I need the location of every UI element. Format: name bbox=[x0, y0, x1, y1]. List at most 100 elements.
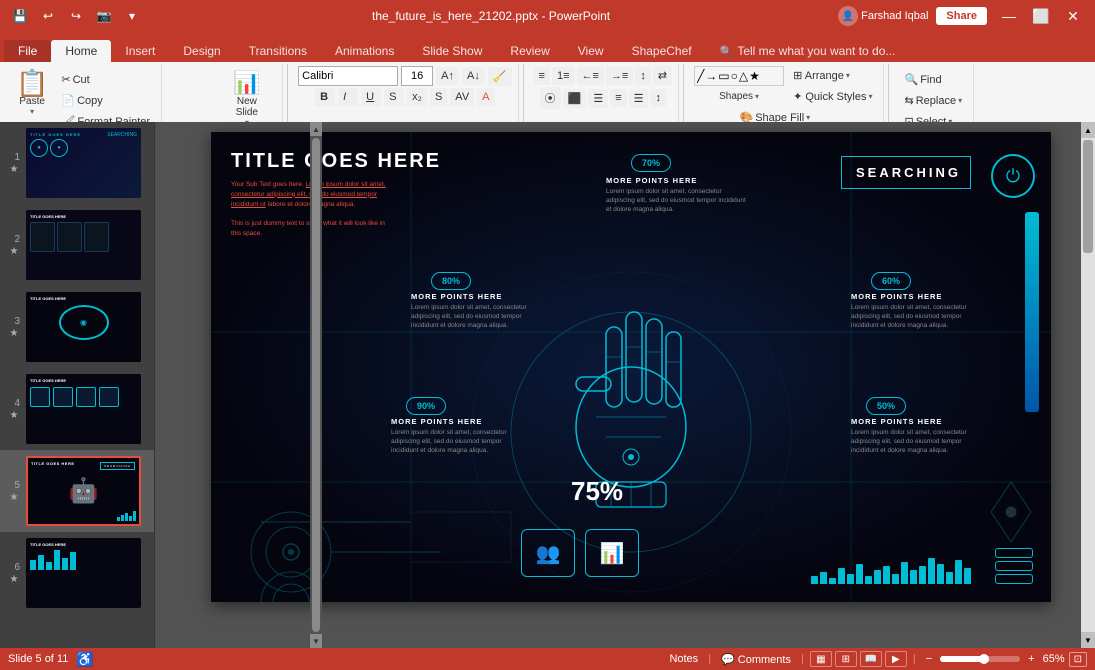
bubble-50[interactable]: 50% bbox=[866, 397, 906, 415]
bubble-70[interactable]: 70% bbox=[631, 154, 671, 172]
char-spacing-button[interactable]: AV bbox=[450, 88, 474, 106]
tab-animations[interactable]: Animations bbox=[321, 40, 408, 62]
fit-slide-btn[interactable]: ⊡ bbox=[1069, 652, 1087, 667]
power-button[interactable]: ⏻ bbox=[991, 154, 1035, 198]
scroll-down-btn[interactable]: ▼ bbox=[1081, 632, 1095, 648]
tab-review[interactable]: Review bbox=[496, 40, 563, 62]
maximize-button[interactable]: ⬜ bbox=[1027, 5, 1055, 27]
text-shadow-button[interactable]: S bbox=[430, 88, 447, 106]
slide-item-2[interactable]: 2 ★ TITLE GOES HERE bbox=[0, 204, 154, 286]
increase-font-button[interactable]: A↑ bbox=[436, 67, 459, 85]
slide-canvas[interactable]: TITLE GOES HERE Your Sub Text goes here.… bbox=[211, 132, 1051, 602]
slide-thumb-6[interactable]: TITLE GOES HERE bbox=[26, 538, 141, 608]
user-account[interactable]: 👤 Farshad Iqbal bbox=[838, 6, 928, 26]
tab-tell-me[interactable]: 🔍Tell me what you want to do... bbox=[706, 40, 910, 62]
bubble-80[interactable]: 80% bbox=[431, 272, 471, 290]
qa-dropdown[interactable]: ▾ bbox=[120, 5, 144, 27]
tab-design[interactable]: Design bbox=[169, 40, 234, 62]
slideshow-btn[interactable]: ▶ bbox=[885, 651, 907, 667]
arrow-shape[interactable]: → bbox=[705, 69, 717, 83]
slide-thumb-4[interactable]: TITLE GOES HERE bbox=[26, 374, 141, 444]
align-center-button[interactable]: ☰ bbox=[588, 89, 608, 108]
tab-shapechef[interactable]: ShapeChef bbox=[618, 40, 706, 62]
group-icon-box[interactable]: 👥 bbox=[521, 529, 575, 577]
line-spacing-button[interactable]: ↕ bbox=[650, 89, 666, 107]
bullets-button[interactable]: ≡ bbox=[534, 67, 550, 85]
slide-thumb-5[interactable]: TITLE GOES HERE 🤖 SEARCHING bbox=[26, 456, 141, 526]
line-shape[interactable]: ╱ bbox=[697, 69, 704, 83]
find-button[interactable]: 🔍 Find bbox=[899, 70, 967, 89]
comments-button[interactable]: 💬 Comments bbox=[717, 653, 795, 666]
slide-item-5[interactable]: 5 ★ TITLE GOES HERE 🤖 SEARCHING bbox=[0, 450, 154, 532]
scroll-up-button[interactable]: ▲ bbox=[310, 122, 322, 136]
arrange-button[interactable]: ⊞ Arrange ▾ bbox=[788, 66, 877, 85]
slide-item-1[interactable]: 1 ★ TITLE GOES HERE ● ● SEARCHING bbox=[0, 122, 154, 204]
tab-file[interactable]: File bbox=[4, 40, 51, 62]
zoom-out-btn[interactable]: − bbox=[922, 653, 936, 665]
accessibility-icon[interactable]: ♿ bbox=[76, 651, 93, 668]
tab-transitions[interactable]: Transitions bbox=[235, 40, 321, 62]
vertical-scrollbar[interactable]: ▲ ▼ bbox=[1081, 122, 1095, 648]
scroll-up-btn[interactable]: ▲ bbox=[1081, 122, 1095, 138]
text-direction-button[interactable]: ↕ bbox=[635, 67, 651, 85]
text-columns-button[interactable]: ⦿ bbox=[540, 87, 561, 109]
slide-thumb-1[interactable]: TITLE GOES HERE ● ● SEARCHING bbox=[26, 128, 141, 198]
searching-box[interactable]: SEARCHING bbox=[841, 156, 971, 189]
tab-view[interactable]: View bbox=[564, 40, 618, 62]
close-button[interactable]: ✕ bbox=[1059, 5, 1087, 27]
italic-button[interactable]: I bbox=[338, 88, 358, 106]
present-button[interactable]: 📷 bbox=[92, 5, 116, 27]
replace-button[interactable]: ⇆ Replace ▾ bbox=[899, 91, 967, 110]
point-right-bottom[interactable]: MORE POINTS HERE Lorem ipsum dolor sit a… bbox=[851, 417, 981, 455]
cut-button[interactable]: ✂Cut bbox=[56, 70, 155, 89]
triangle-shape[interactable]: △ bbox=[739, 69, 748, 83]
font-color-button[interactable]: A bbox=[477, 88, 494, 106]
circle-shape[interactable]: ○ bbox=[731, 69, 738, 83]
slide-thumb-3[interactable]: TITLE GOES HERE ◉ bbox=[26, 292, 141, 362]
tab-insert[interactable]: Insert bbox=[111, 40, 169, 62]
increase-indent-button[interactable]: →≡ bbox=[606, 67, 633, 85]
shapes-button[interactable]: Shapes ▾ bbox=[714, 88, 764, 105]
rect-shape[interactable]: ▭ bbox=[718, 69, 729, 83]
zoom-slider[interactable] bbox=[940, 656, 1020, 662]
save-button[interactable]: 💾 bbox=[8, 5, 32, 27]
tab-home[interactable]: Home bbox=[51, 40, 111, 62]
slide-title[interactable]: TITLE GOES HERE bbox=[231, 150, 441, 173]
point-right-top[interactable]: MORE POINTS HERE Lorem ipsum dolor sit a… bbox=[851, 292, 981, 330]
slide-panel[interactable]: 1 ★ TITLE GOES HERE ● ● SEARCHING 2 ★ bbox=[0, 122, 155, 648]
numbered-list-button[interactable]: 1≡ bbox=[552, 67, 575, 85]
quick-styles-button[interactable]: ✦ Quick Styles ▾ bbox=[788, 87, 877, 106]
bubble-90[interactable]: 90% bbox=[406, 397, 446, 415]
slide-thumb-2[interactable]: TITLE GOES HERE bbox=[26, 210, 141, 280]
slide-item-6[interactable]: 6 ★ TITLE GOES HERE bbox=[0, 532, 154, 614]
font-size-input[interactable] bbox=[401, 66, 433, 86]
bubble-60[interactable]: 60% bbox=[871, 272, 911, 290]
minimize-button[interactable]: — bbox=[995, 5, 1023, 27]
convert-text-button[interactable]: ⇄ bbox=[653, 66, 672, 85]
subscript-button[interactable]: x₂ bbox=[407, 88, 427, 106]
slide-item-4[interactable]: 4 ★ TITLE GOES HERE bbox=[0, 368, 154, 450]
scroll-down-button[interactable]: ▼ bbox=[310, 634, 322, 648]
slide-sorter-btn[interactable]: ⊞ bbox=[835, 651, 857, 667]
strikethrough-button[interactable]: S bbox=[384, 88, 404, 106]
tab-slideshow[interactable]: Slide Show bbox=[408, 40, 496, 62]
slide-subtitle[interactable]: Your Sub Text goes here. Lorem ipsum dol… bbox=[231, 180, 386, 239]
canvas-area[interactable]: ▲ ▼ bbox=[155, 122, 1095, 648]
undo-button[interactable]: ↩ bbox=[36, 5, 60, 27]
share-button[interactable]: Share bbox=[936, 7, 987, 25]
decrease-indent-button[interactable]: ←≡ bbox=[577, 67, 604, 85]
slide-item-3[interactable]: 3 ★ TITLE GOES HERE ◉ bbox=[0, 286, 154, 368]
align-left-button[interactable]: ⬛ bbox=[563, 89, 587, 108]
star-shape[interactable]: ★ bbox=[749, 69, 760, 83]
clear-format-button[interactable]: 🧹 bbox=[488, 67, 512, 86]
copy-button[interactable]: 📄Copy bbox=[56, 91, 155, 110]
notes-button[interactable]: Notes bbox=[665, 653, 702, 665]
paste-button[interactable]: 📋 Paste ▾ bbox=[10, 66, 54, 120]
zoom-in-btn[interactable]: + bbox=[1024, 653, 1038, 665]
chart-icon-box[interactable]: 📊 bbox=[585, 529, 639, 577]
underline-button[interactable]: U bbox=[361, 88, 381, 106]
redo-button[interactable]: ↪ bbox=[64, 5, 88, 27]
font-name-input[interactable] bbox=[298, 66, 398, 86]
align-right-button[interactable]: ≡ bbox=[610, 89, 626, 107]
reading-view-btn[interactable]: 📖 bbox=[860, 651, 882, 667]
